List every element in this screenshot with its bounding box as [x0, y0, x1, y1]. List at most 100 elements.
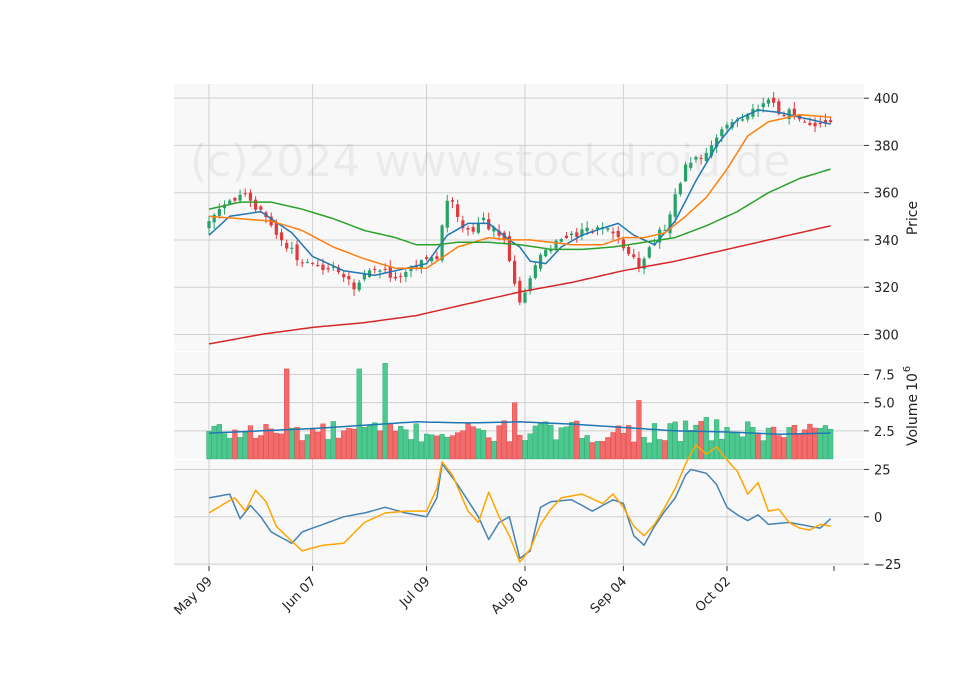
- volume-bar: [413, 423, 419, 460]
- candle-up: [554, 240, 558, 249]
- y-tick-label: 25: [874, 463, 891, 478]
- candle-down: [513, 260, 517, 284]
- volume-bar: [698, 421, 704, 460]
- volume-bar: [423, 433, 430, 460]
- volume-bar: [304, 434, 311, 460]
- volume-bar: [537, 423, 544, 460]
- volume-bar: [579, 438, 585, 460]
- candle-down: [399, 275, 403, 277]
- volume-bar: [584, 435, 590, 460]
- volume-bar: [734, 432, 740, 460]
- volume-bar: [263, 424, 269, 460]
- x-tick-label: Oct 02: [693, 574, 734, 615]
- volume-bar: [403, 429, 409, 460]
- candle-down: [295, 244, 299, 261]
- volume-bar: [548, 424, 554, 460]
- volume-bar: [646, 442, 652, 460]
- candle-up: [761, 103, 765, 108]
- volume-bar: [760, 440, 766, 460]
- candle-down: [393, 276, 398, 279]
- candle-up: [476, 222, 480, 233]
- candle-down: [285, 243, 289, 249]
- volume-bar: [558, 427, 564, 460]
- volume-bar: [480, 430, 487, 460]
- volume-bar: [600, 441, 606, 460]
- y-tick-label: 360: [874, 187, 899, 202]
- volume-bar: [657, 439, 663, 460]
- candle-down: [792, 108, 796, 116]
- volume-bar: [242, 431, 248, 460]
- volume-bar: [605, 437, 611, 460]
- volume-bar: [512, 402, 518, 460]
- candle-up: [766, 99, 771, 104]
- volume-bar: [221, 433, 228, 460]
- volume-bar: [636, 400, 642, 460]
- volume-bar: [227, 437, 233, 460]
- candle-down: [274, 222, 278, 235]
- candle-down: [311, 262, 315, 264]
- volume-bar: [517, 434, 523, 460]
- volume-bar: [563, 426, 570, 460]
- candle-down: [575, 232, 579, 237]
- candle-up: [207, 221, 211, 229]
- volume-bar: [351, 428, 357, 460]
- volume-bar: [377, 430, 383, 460]
- candle-down: [637, 257, 641, 268]
- candle-up: [694, 157, 698, 160]
- x-tick-label: May 09: [172, 574, 216, 618]
- volume-bar: [501, 420, 507, 460]
- volume-bar: [714, 419, 720, 460]
- volume-bar: [449, 435, 456, 460]
- volume-bar: [491, 440, 497, 460]
- candle-down: [456, 204, 460, 217]
- volume-bar: [273, 432, 279, 460]
- x-tick-label: Jun 07: [279, 574, 319, 614]
- candle-down: [829, 120, 833, 123]
- candle-down: [233, 197, 237, 201]
- x-tick-label: Sep 04: [588, 574, 631, 617]
- volume-bar: [418, 441, 424, 460]
- volume-bar: [569, 422, 575, 460]
- volume-bar: [672, 421, 678, 460]
- candle-down: [813, 122, 817, 127]
- volume-bar: [206, 430, 212, 460]
- y-tick-label: −25: [874, 558, 901, 573]
- y-tick-label: 340: [874, 234, 899, 249]
- candle-down: [279, 232, 284, 241]
- volume-bar: [341, 430, 347, 460]
- volume-bar: [356, 368, 362, 460]
- candle-up: [720, 129, 724, 137]
- volume-bar: [470, 426, 476, 460]
- volume-bar: [496, 425, 502, 460]
- candle-up: [725, 124, 729, 129]
- volume-bar: [268, 428, 274, 460]
- candle-up: [673, 194, 677, 217]
- candle-up: [378, 270, 382, 272]
- candle-down: [818, 122, 822, 124]
- candle-up: [678, 183, 682, 195]
- y-tick-label: 400: [874, 92, 899, 107]
- candle-up: [559, 239, 563, 242]
- stock-chart: (c)2024 www.stockdroid.de May 09 Jun 07 Ju…: [0, 0, 960, 690]
- candle-up: [445, 200, 449, 228]
- candle-down: [316, 264, 320, 266]
- candle-down: [248, 192, 253, 201]
- candle-up: [533, 265, 537, 279]
- volume-bar: [543, 421, 549, 460]
- candle-down: [699, 157, 703, 159]
- candle-down: [300, 262, 304, 264]
- candle-up: [570, 233, 574, 236]
- candle-up: [544, 249, 548, 257]
- candle-down: [243, 193, 247, 195]
- candle-up: [683, 164, 688, 182]
- volume-bar: [522, 440, 528, 460]
- volume-bar: [299, 440, 305, 460]
- volume-bar: [625, 425, 632, 460]
- volume-bar: [325, 439, 331, 460]
- y-tick-label: 2.5: [874, 425, 895, 440]
- candle-down: [347, 276, 351, 280]
- volume-bar: [693, 424, 699, 460]
- candle-up: [238, 194, 242, 201]
- candle-up: [217, 209, 221, 216]
- candle-down: [772, 97, 776, 103]
